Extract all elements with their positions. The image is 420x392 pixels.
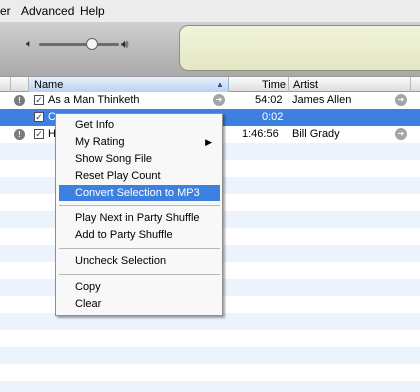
context-play-next-party-shuffle[interactable]: Play Next in Party Shuffle [59, 210, 220, 226]
menu-bar: er Advanced Help [0, 0, 420, 22]
track-checkbox[interactable]: ✓ [34, 95, 44, 105]
name-column-label[interactable]: Name [34, 79, 63, 91]
context-my-rating[interactable]: My Rating ▶ [59, 134, 220, 150]
sort-ascending-icon: ▲ [216, 80, 224, 89]
track-artist: Bill Grady [292, 128, 340, 140]
arrow-link-icon[interactable]: ➜ [213, 94, 225, 106]
volume-low-icon: 🔈︎ [26, 38, 33, 50]
column-divider [288, 77, 289, 92]
volume-high-icon: 🔊︎ [121, 37, 129, 51]
missing-file-icon: ! [14, 95, 25, 106]
column-divider [410, 77, 411, 92]
missing-file-icon: ! [14, 129, 25, 140]
menu-controller[interactable]: er [0, 4, 11, 18]
context-uncheck-selection[interactable]: Uncheck Selection [59, 253, 220, 269]
track-checkbox[interactable]: ✓ [34, 129, 44, 139]
volume-knob[interactable] [86, 38, 98, 50]
arrow-link-icon[interactable]: ➜ [395, 94, 407, 106]
menu-separator [59, 248, 220, 249]
context-menu: Get Info My Rating ▶ Show Song File Rese… [55, 113, 223, 316]
track-time: 0:02 [262, 111, 284, 123]
context-get-info[interactable]: Get Info [59, 117, 220, 133]
volume-slider[interactable] [39, 43, 119, 46]
track-name: As a Man Thinketh [48, 94, 140, 106]
arrow-link-icon[interactable]: ➜ [395, 128, 407, 140]
context-copy[interactable]: Copy [59, 279, 220, 295]
track-time: 54:02 [255, 94, 283, 106]
track-artist: James Allen [292, 94, 352, 106]
menu-advanced[interactable]: Advanced [21, 4, 74, 18]
menu-separator [59, 205, 220, 206]
context-clear[interactable]: Clear [59, 296, 220, 312]
artist-column-header[interactable]: Artist [293, 79, 318, 91]
context-convert-to-mp3[interactable]: Convert Selection to MP3 [59, 185, 220, 201]
toolbar: 🔈︎ 🔊︎ [0, 22, 420, 76]
time-column-header[interactable]: Time [262, 79, 286, 91]
context-reset-play-count[interactable]: Reset Play Count [59, 168, 220, 184]
status-display [179, 25, 420, 71]
submenu-arrow-icon: ▶ [205, 137, 212, 147]
context-show-song-file[interactable]: Show Song File [59, 151, 220, 167]
column-divider [10, 77, 11, 92]
context-add-to-party-shuffle[interactable]: Add to Party Shuffle [59, 227, 220, 243]
menu-separator [59, 274, 220, 275]
track-list-header: Name ▲ Time Artist [0, 76, 420, 92]
track-checkbox[interactable]: ✓ [34, 112, 44, 122]
table-row[interactable]: ! ✓ As a Man Thinketh ➜ 54:02 James Alle… [0, 92, 420, 109]
menu-help[interactable]: Help [80, 4, 105, 18]
context-my-rating-label: My Rating [75, 136, 125, 148]
track-time: 1:46:56 [242, 128, 279, 140]
